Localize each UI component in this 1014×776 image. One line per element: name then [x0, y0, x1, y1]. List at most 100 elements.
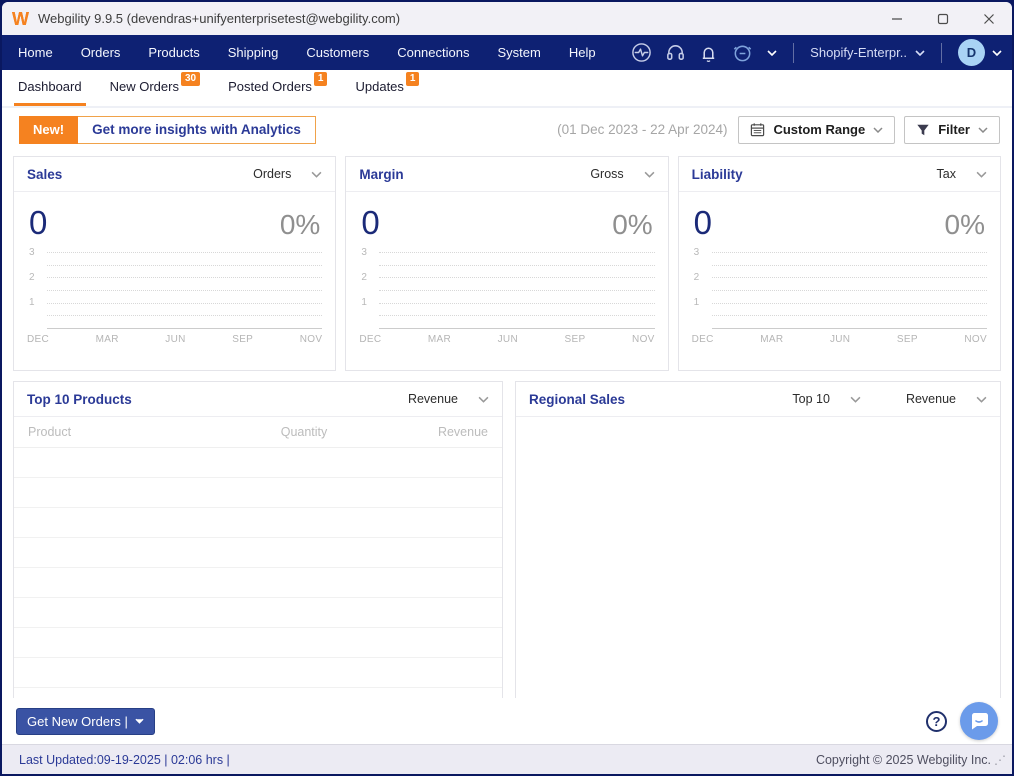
menu-products[interactable]: Products: [134, 45, 213, 60]
menu-system[interactable]: System: [483, 45, 554, 60]
chat-widget-icon[interactable]: [960, 702, 998, 740]
menu-help[interactable]: Help: [555, 45, 610, 60]
menu-customers[interactable]: Customers: [292, 45, 383, 60]
table-row: [14, 568, 502, 598]
table-row: [14, 448, 502, 478]
scheduler-chevron-down-icon[interactable]: [767, 49, 777, 56]
new-orders-count-badge: 30: [180, 71, 201, 86]
window-controls: [874, 2, 1012, 35]
chevron-down-icon: [478, 396, 489, 403]
store-chevron-down-icon: [915, 49, 925, 56]
margin-value: 0: [361, 204, 380, 241]
chevron-down-icon: [850, 396, 861, 403]
window-title: Webgility 9.9.5 (devendras+unifyenterpri…: [38, 11, 401, 26]
analytics-insights-button[interactable]: Get more insights with Analytics: [78, 115, 316, 144]
menubar-divider: [793, 42, 795, 63]
notifications-bell-icon[interactable]: [699, 43, 718, 63]
x-tick: NOV: [632, 334, 655, 345]
dashboard-content: Sales Orders 0 0% 3 2 1 DEC MAR JUN SEP …: [2, 151, 1012, 698]
regional-top-value: Top 10: [792, 392, 830, 406]
custom-range-label: Custom Range: [773, 122, 866, 137]
chevron-down-icon: [976, 171, 987, 178]
support-headset-icon[interactable]: [665, 42, 686, 63]
chevron-down-icon: [976, 396, 987, 403]
column-quantity: Quantity: [280, 425, 328, 439]
liability-metric-value: Tax: [936, 167, 956, 181]
table-row: [14, 688, 502, 698]
y-tick: 2: [29, 272, 35, 283]
chevron-down-icon: [135, 718, 144, 724]
app-window: W Webgility 9.9.5 (devendras+unifyenterp…: [0, 0, 1014, 776]
column-product: Product: [28, 425, 72, 439]
get-new-orders-label: Get New Orders |: [27, 713, 128, 729]
new-label: New!: [19, 115, 79, 144]
custom-range-dropdown[interactable]: Custom Range: [738, 115, 896, 144]
tab-label: Updates: [355, 79, 404, 94]
x-tick: DEC: [27, 334, 50, 345]
top-products-card: Top 10 Products Revenue Product Quantity…: [13, 381, 503, 698]
updates-count-badge: 1: [405, 71, 420, 86]
top-products-metric-value: Revenue: [407, 392, 458, 406]
table-row: [14, 598, 502, 628]
tab-posted-orders[interactable]: Posted Orders 1: [224, 70, 331, 106]
calendar-icon: [751, 123, 765, 137]
margin-percent: 0%: [612, 209, 653, 240]
filter-dropdown[interactable]: Filter: [904, 115, 1000, 144]
chevron-down-icon: [978, 126, 988, 133]
store-selector-dropdown[interactable]: Shopify-Enterpr..: [810, 45, 925, 60]
kpi-row: Sales Orders 0 0% 3 2 1 DEC MAR JUN SEP …: [13, 156, 1001, 371]
liability-card: Liability Tax 0 0% 3 2 1 DEC MAR JUN SEP…: [677, 156, 1001, 371]
table-row: [14, 538, 502, 568]
help-icon[interactable]: ?: [926, 710, 947, 732]
table-row: [14, 628, 502, 658]
minimize-button[interactable]: [874, 2, 920, 35]
store-selector-label: Shopify-Enterpr..: [810, 45, 907, 60]
regional-sales-title: Regional Sales: [529, 391, 626, 407]
sales-value: 0: [29, 204, 48, 241]
y-tick: 2: [693, 272, 700, 283]
x-tick: DEC: [359, 334, 382, 345]
copyright-label: Copyright © 2025 Webgility Inc.: [815, 752, 991, 767]
top-products-table-header: Product Quantity Revenue: [14, 417, 502, 448]
liability-value: 0: [693, 204, 713, 241]
chevron-down-icon: [311, 171, 322, 178]
close-button[interactable]: [966, 2, 1012, 35]
y-tick: 3: [29, 247, 35, 258]
regional-metric-dropdown[interactable]: Revenue: [906, 392, 987, 406]
main-menu-bar: Home Orders Products Shipping Customers …: [2, 35, 1012, 70]
column-revenue: Revenue: [437, 425, 488, 439]
tab-new-orders[interactable]: New Orders 30: [106, 70, 204, 106]
top-products-metric-dropdown[interactable]: Revenue: [408, 392, 489, 406]
x-tick: DEC: [691, 334, 714, 345]
tab-label: New Orders: [109, 79, 179, 94]
table-row: [14, 658, 502, 688]
sales-metric-dropdown[interactable]: Orders: [253, 167, 322, 181]
menu-home[interactable]: Home: [12, 45, 67, 60]
menu-shipping[interactable]: Shipping: [214, 45, 293, 60]
activity-pulse-icon[interactable]: [631, 42, 652, 63]
resize-grip[interactable]: ⋰: [994, 754, 1006, 766]
scheduler-alarm-icon[interactable]: [731, 42, 754, 64]
help-glyph: ?: [932, 713, 941, 729]
get-new-orders-button[interactable]: Get New Orders |: [16, 707, 155, 735]
tab-updates[interactable]: Updates 1: [351, 70, 423, 106]
webgility-logo-icon: W: [12, 8, 29, 29]
x-tick: MAR: [427, 334, 452, 345]
user-menu[interactable]: D: [958, 39, 1002, 66]
x-tick: JUN: [497, 334, 518, 345]
regional-top-dropdown[interactable]: Top 10: [792, 392, 861, 406]
filter-funnel-icon: [917, 124, 929, 135]
sales-mini-chart: 3 2 1 DEC MAR JUN SEP NOV: [27, 248, 323, 370]
dashboard-tab-bar: Dashboard New Orders 30 Posted Orders 1 …: [2, 70, 1012, 108]
sales-percent: 0%: [279, 209, 321, 240]
margin-metric-dropdown[interactable]: Gross: [590, 167, 655, 181]
menu-orders[interactable]: Orders: [67, 45, 135, 60]
tab-dashboard[interactable]: Dashboard: [14, 70, 86, 106]
margin-card: Margin Gross 0 0% 3 2 1 DEC MAR JUN SEP …: [345, 156, 669, 371]
menu-connections[interactable]: Connections: [383, 45, 483, 60]
liability-metric-dropdown[interactable]: Tax: [937, 167, 987, 181]
y-tick: 1: [361, 297, 367, 308]
y-tick: 2: [361, 272, 367, 283]
user-avatar: D: [958, 39, 985, 66]
maximize-button[interactable]: [920, 2, 966, 35]
